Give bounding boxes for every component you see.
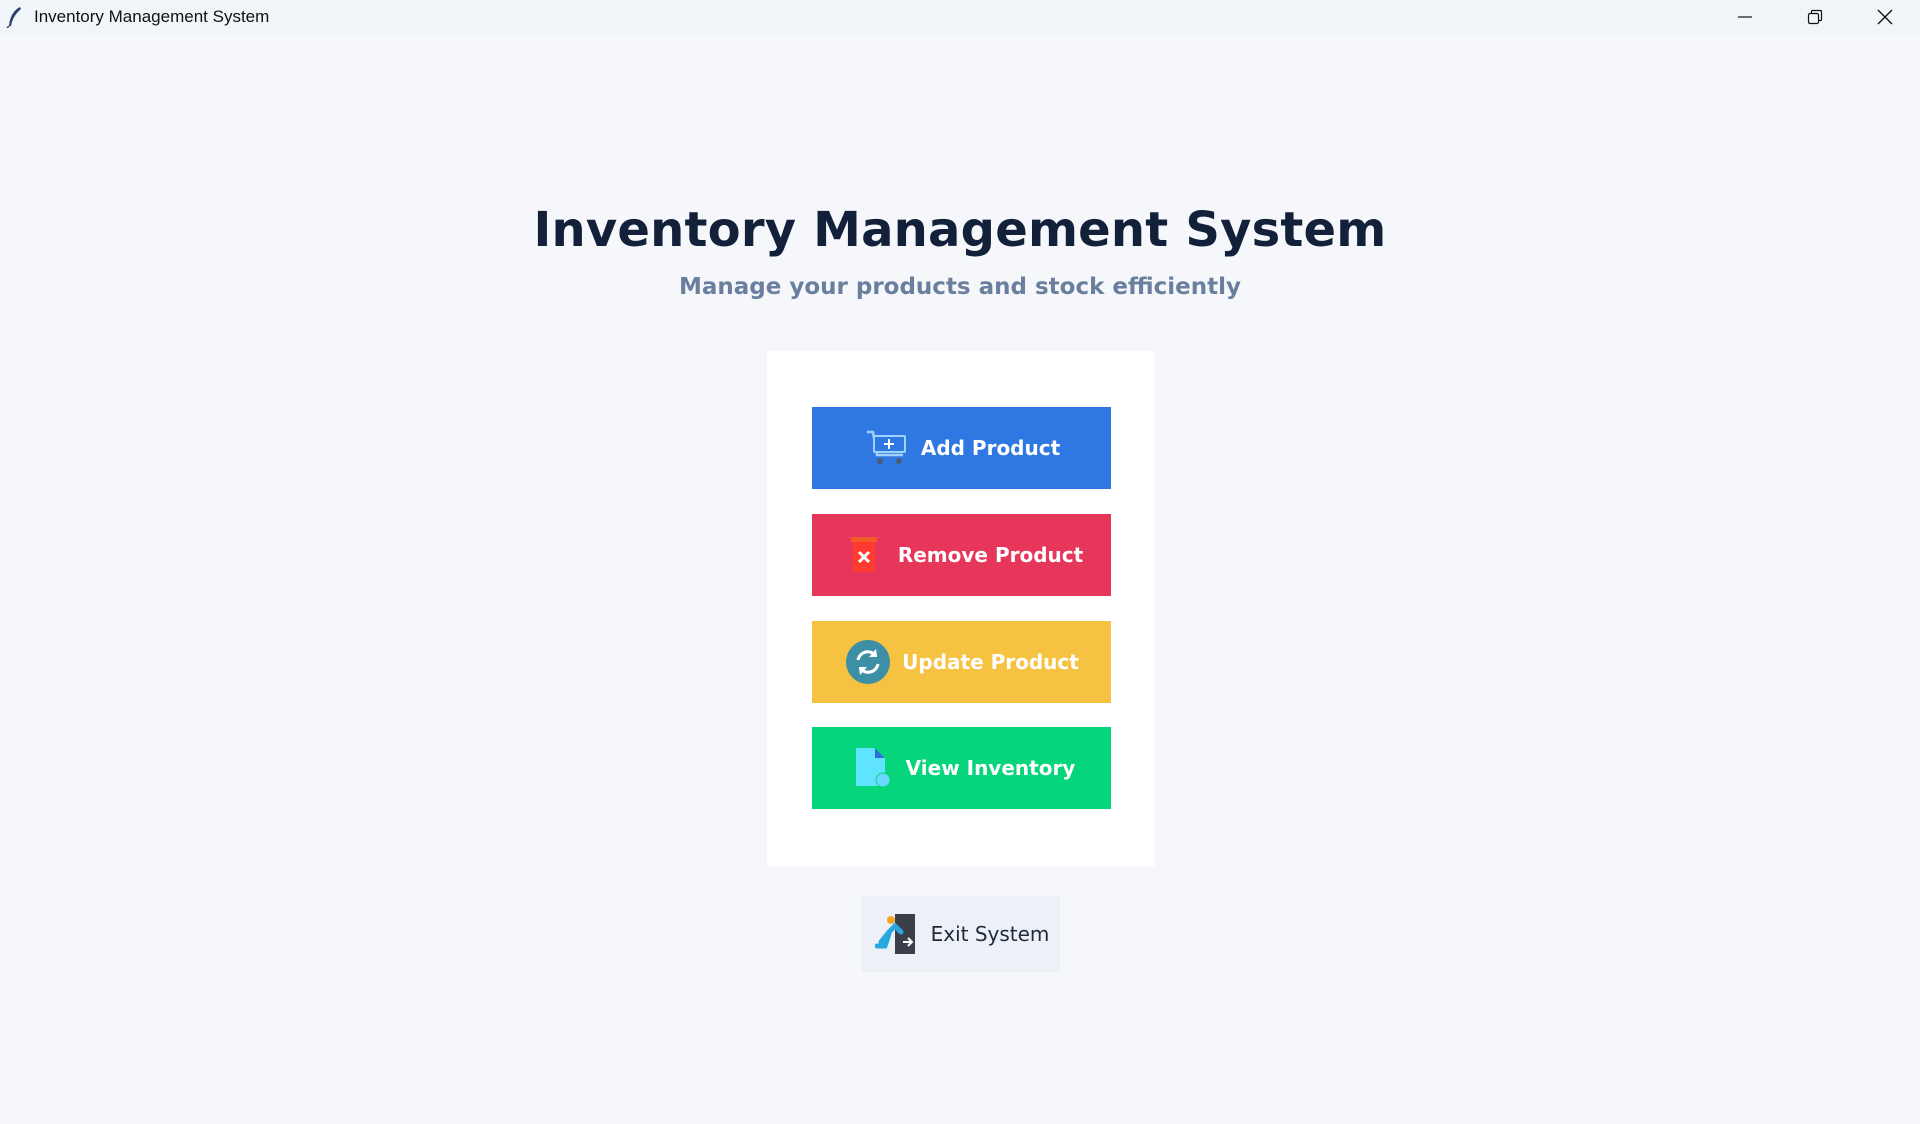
restore-button[interactable] bbox=[1780, 0, 1850, 34]
window-titlebar: Inventory Management System bbox=[0, 0, 1920, 34]
trash-remove-icon bbox=[840, 531, 888, 579]
document-view-icon bbox=[848, 744, 896, 792]
remove-product-label: Remove Product bbox=[897, 543, 1084, 567]
feather-icon bbox=[6, 7, 21, 28]
exit-system-button[interactable]: Exit System bbox=[862, 896, 1060, 972]
refresh-icon bbox=[844, 638, 892, 686]
update-product-button[interactable]: Update Product bbox=[812, 621, 1111, 703]
page-title: Inventory Management System bbox=[533, 202, 1387, 258]
actions-card: Add Product Remove Product Update Produc… bbox=[767, 351, 1155, 866]
cart-add-icon bbox=[863, 424, 911, 472]
window-title: Inventory Management System bbox=[34, 7, 270, 26]
add-product-label: Add Product bbox=[920, 436, 1061, 460]
view-inventory-label: View Inventory bbox=[905, 756, 1076, 780]
update-product-label: Update Product bbox=[902, 650, 1079, 674]
exit-system-label: Exit System bbox=[930, 922, 1050, 946]
view-inventory-button[interactable]: View Inventory bbox=[812, 727, 1111, 809]
restore-icon bbox=[1807, 9, 1823, 25]
remove-product-button[interactable]: Remove Product bbox=[812, 514, 1111, 596]
page-subtitle: Manage your products and stock efficient… bbox=[678, 274, 1242, 300]
minimize-button[interactable] bbox=[1710, 0, 1780, 34]
minimize-icon bbox=[1738, 16, 1752, 18]
exit-run-icon bbox=[873, 910, 921, 958]
close-icon bbox=[1877, 9, 1893, 25]
add-product-button[interactable]: Add Product bbox=[812, 407, 1111, 489]
close-button[interactable] bbox=[1850, 0, 1920, 34]
